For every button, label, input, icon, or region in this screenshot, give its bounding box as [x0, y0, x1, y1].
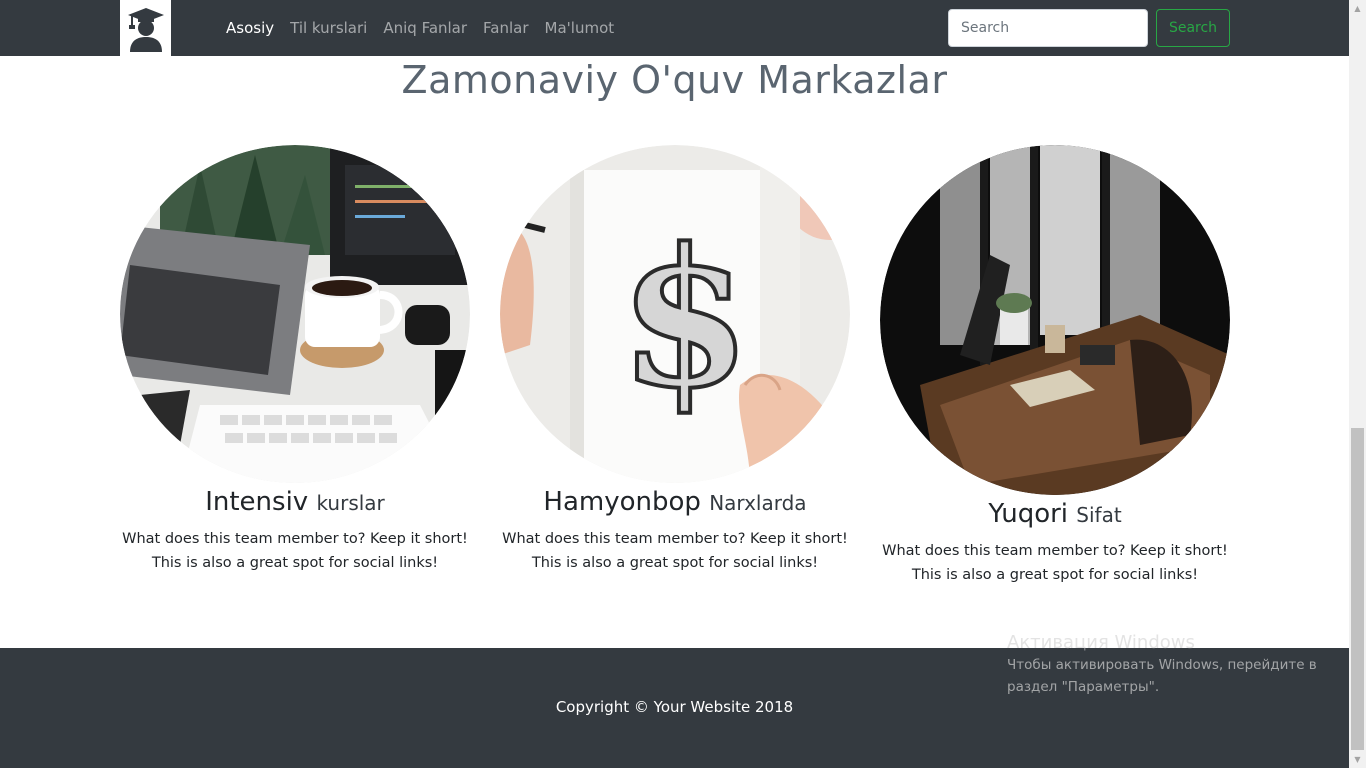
card-title-main: Yuqori — [988, 499, 1069, 529]
card-title-sub: Sifat — [1076, 503, 1122, 527]
watermark-line-2: раздел "Параметры". — [1007, 679, 1160, 695]
card-description: What does this team member to? Keep it s… — [882, 543, 1228, 583]
nav-link-asosiy[interactable]: Asosiy — [226, 19, 274, 37]
scroll-up-arrow-icon[interactable]: ▲ — [1349, 0, 1366, 17]
page-title: Zamonaviy O'quv Markazlar — [401, 58, 948, 102]
scroll-down-arrow-icon[interactable]: ▼ — [1349, 751, 1366, 768]
laptop-coffee-desk-photo — [120, 145, 470, 483]
feature-card-hamyonbop: $ Hamyonbop Narxlarda What does this tea… — [500, 145, 850, 575]
feature-card-yuqori: Yuqori Sifat What does this team member … — [880, 145, 1230, 587]
nav-link-til-kurslari[interactable]: Til kurslari — [290, 19, 367, 37]
nav-link-aniq-fanlar[interactable]: Aniq Fanlar — [383, 19, 467, 37]
card-title: Yuqori Sifat — [880, 499, 1230, 529]
watermark-line-1: Чтобы активировать Windows, перейдите в — [1007, 657, 1317, 673]
top-navbar: Asosiy Til kurslari Aniq Fanlar Fanlar M… — [0, 0, 1349, 56]
feature-card-intensiv: Intensiv kurslar What does this team mem… — [120, 145, 470, 575]
brand-logo-link[interactable] — [120, 0, 171, 56]
watermark-title: Активация Windows — [1007, 632, 1195, 653]
svg-text:$: $ — [619, 207, 751, 430]
page-scrollbar[interactable]: ▲ ▼ — [1349, 0, 1366, 768]
scrollbar-thumb[interactable] — [1351, 428, 1364, 750]
nav-link-fanlar[interactable]: Fanlar — [483, 19, 528, 37]
search-input[interactable] — [948, 9, 1148, 47]
card-title-main: Hamyonbop — [543, 487, 701, 517]
nav-menu: Asosiy Til kurslari Aniq Fanlar Fanlar M… — [226, 0, 630, 56]
card-title-main: Intensiv — [205, 487, 309, 517]
windows-activation-watermark: Активация Windows Чтобы активировать Win… — [1007, 632, 1317, 697]
copyright-text: Copyright © Your Website 2018 — [555, 698, 794, 716]
cafe-workspace-photo — [880, 145, 1230, 495]
graduate-student-icon — [127, 8, 164, 52]
nav-link-malumot[interactable]: Ma'lumot — [545, 19, 615, 37]
dollar-sign-notebook-photo: $ — [500, 145, 850, 483]
card-title-sub: kurslar — [316, 491, 385, 515]
card-description: What does this team member to? Keep it s… — [502, 531, 848, 571]
card-title-sub: Narxlarda — [709, 491, 807, 515]
card-description: What does this team member to? Keep it s… — [122, 531, 468, 571]
search-button[interactable]: Search — [1156, 9, 1230, 47]
card-title: Hamyonbop Narxlarda — [500, 487, 850, 517]
card-title: Intensiv kurslar — [120, 487, 470, 517]
